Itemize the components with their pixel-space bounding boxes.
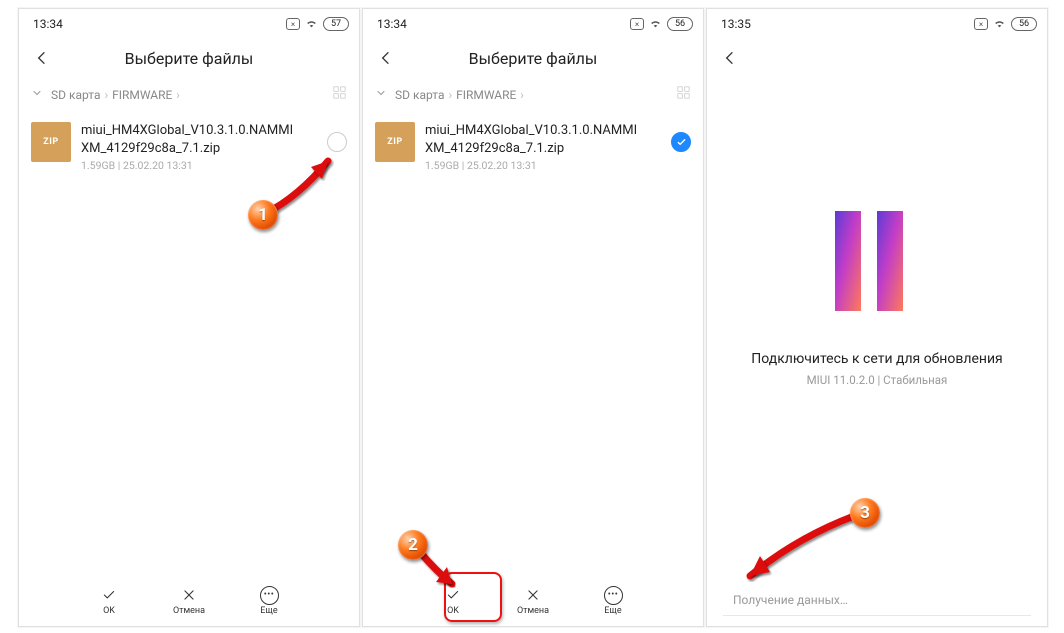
page-title: Выберите файлы — [59, 49, 353, 68]
crumb-sep-icon: › — [520, 88, 524, 102]
file-meta: 1.59GB | 25.02.20 13:31 — [81, 159, 317, 173]
annotation-badge-1: 1 — [248, 200, 278, 230]
close-icon — [182, 586, 196, 604]
crumb-sd[interactable]: SD карта — [395, 88, 444, 102]
statusbar: 13:35 × 56 — [707, 9, 1047, 35]
cancel-button[interactable]: Отмена — [510, 586, 556, 616]
chevron-down-icon — [31, 87, 43, 102]
file-name-line2: XM_4129f29c8a_7.1.zip — [81, 140, 317, 158]
file-info: miui_HM4XGlobal_V10.3.1.0.NAMMI XM_4129f… — [81, 122, 317, 173]
select-checkbox[interactable] — [327, 132, 347, 152]
file-name-line1: miui_HM4XGlobal_V10.3.1.0.NAMMI — [81, 122, 317, 140]
ok-label: OK — [447, 606, 459, 616]
crumb-sep-icon: › — [104, 88, 108, 102]
grid-view-icon[interactable] — [676, 85, 691, 104]
annotation-badge-3: 3 — [850, 498, 880, 528]
bottom-actions: OK Отмена ••• Еще — [363, 576, 703, 626]
cancel-label: Отмена — [517, 606, 549, 616]
ok-button[interactable]: OK — [86, 586, 132, 616]
status-time: 13:34 — [377, 17, 407, 31]
screen-3: 13:35 × 56 — [706, 8, 1048, 627]
more-icon: ••• — [260, 586, 279, 604]
wifi-icon — [305, 18, 318, 31]
more-icon: ••• — [604, 586, 623, 604]
page-title: Выберите файлы — [403, 49, 697, 68]
check-icon — [100, 586, 118, 604]
ok-label: OK — [103, 606, 115, 616]
file-name-line2: XM_4129f29c8a_7.1.zip — [425, 140, 661, 158]
miui-11-logo — [817, 201, 937, 321]
back-button[interactable] — [25, 50, 59, 66]
crumb-firmware[interactable]: FIRMWARE — [112, 88, 172, 102]
close-x-icon: × — [974, 18, 988, 30]
divider — [723, 615, 1031, 616]
grid-view-icon[interactable] — [332, 85, 347, 104]
header: Выберите файлы — [363, 35, 703, 81]
canvas: 13:34 × 57 Выберите файлы SD карта › FIR… — [0, 0, 1064, 633]
more-label: Еще — [260, 606, 277, 616]
cancel-button[interactable]: Отмена — [166, 586, 212, 616]
close-x-icon: × — [630, 18, 644, 30]
crumb-sd[interactable]: SD карта — [51, 88, 100, 102]
bottom-actions: OK Отмена ••• Еще — [19, 576, 359, 626]
crumb-firmware[interactable]: FIRMWARE — [456, 88, 516, 102]
battery-level: 57 — [323, 17, 349, 31]
close-icon — [526, 586, 540, 604]
more-button[interactable]: ••• Еще — [246, 586, 292, 616]
updater-body: Подключитесь к сети для обновления MIUI … — [707, 81, 1047, 626]
chevron-down-icon — [375, 87, 387, 102]
breadcrumb[interactable]: SD карта › FIRMWARE › — [19, 81, 359, 112]
header: Выберите файлы — [19, 35, 359, 81]
battery-level: 56 — [667, 17, 693, 31]
breadcrumb[interactable]: SD карта › FIRMWARE › — [363, 81, 703, 112]
statusbar: 13:34 × 56 — [363, 9, 703, 35]
back-button[interactable] — [369, 50, 403, 66]
screen-1: 13:34 × 57 Выберите файлы SD карта › FIR… — [18, 8, 360, 627]
crumb-sep-icon: › — [448, 88, 452, 102]
receiving-text: Получение данных… — [707, 581, 1047, 615]
update-message: Подключитесь к сети для обновления — [751, 351, 1002, 367]
wifi-icon — [993, 18, 1006, 31]
header — [707, 35, 1047, 81]
file-row[interactable]: ZIP miui_HM4XGlobal_V10.3.1.0.NAMMI XM_4… — [19, 112, 359, 183]
battery-level: 56 — [1011, 17, 1037, 31]
close-x-icon: × — [286, 18, 300, 30]
ok-button[interactable]: OK — [430, 586, 476, 616]
status-time: 13:35 — [721, 17, 751, 31]
more-button[interactable]: ••• Еще — [590, 586, 636, 616]
file-info: miui_HM4XGlobal_V10.3.1.0.NAMMI XM_4129f… — [425, 122, 661, 173]
zip-icon: ZIP — [375, 122, 415, 162]
statusbar: 13:34 × 57 — [19, 9, 359, 35]
more-label: Еще — [604, 606, 621, 616]
crumb-sep-icon: › — [176, 88, 180, 102]
back-button[interactable] — [713, 50, 747, 66]
annotation-badge-2: 2 — [398, 530, 428, 560]
file-meta: 1.59GB | 25.02.20 13:31 — [425, 159, 661, 173]
check-icon — [444, 586, 462, 604]
wifi-icon — [649, 18, 662, 31]
file-name-line1: miui_HM4XGlobal_V10.3.1.0.NAMMI — [425, 122, 661, 140]
file-row[interactable]: ZIP miui_HM4XGlobal_V10.3.1.0.NAMMI XM_4… — [363, 112, 703, 183]
zip-icon: ZIP — [31, 122, 71, 162]
status-time: 13:34 — [33, 17, 63, 31]
update-version: MIUI 11.0.2.0 | Стабильная — [807, 373, 948, 387]
cancel-label: Отмена — [173, 606, 205, 616]
select-checkbox[interactable] — [671, 132, 691, 152]
